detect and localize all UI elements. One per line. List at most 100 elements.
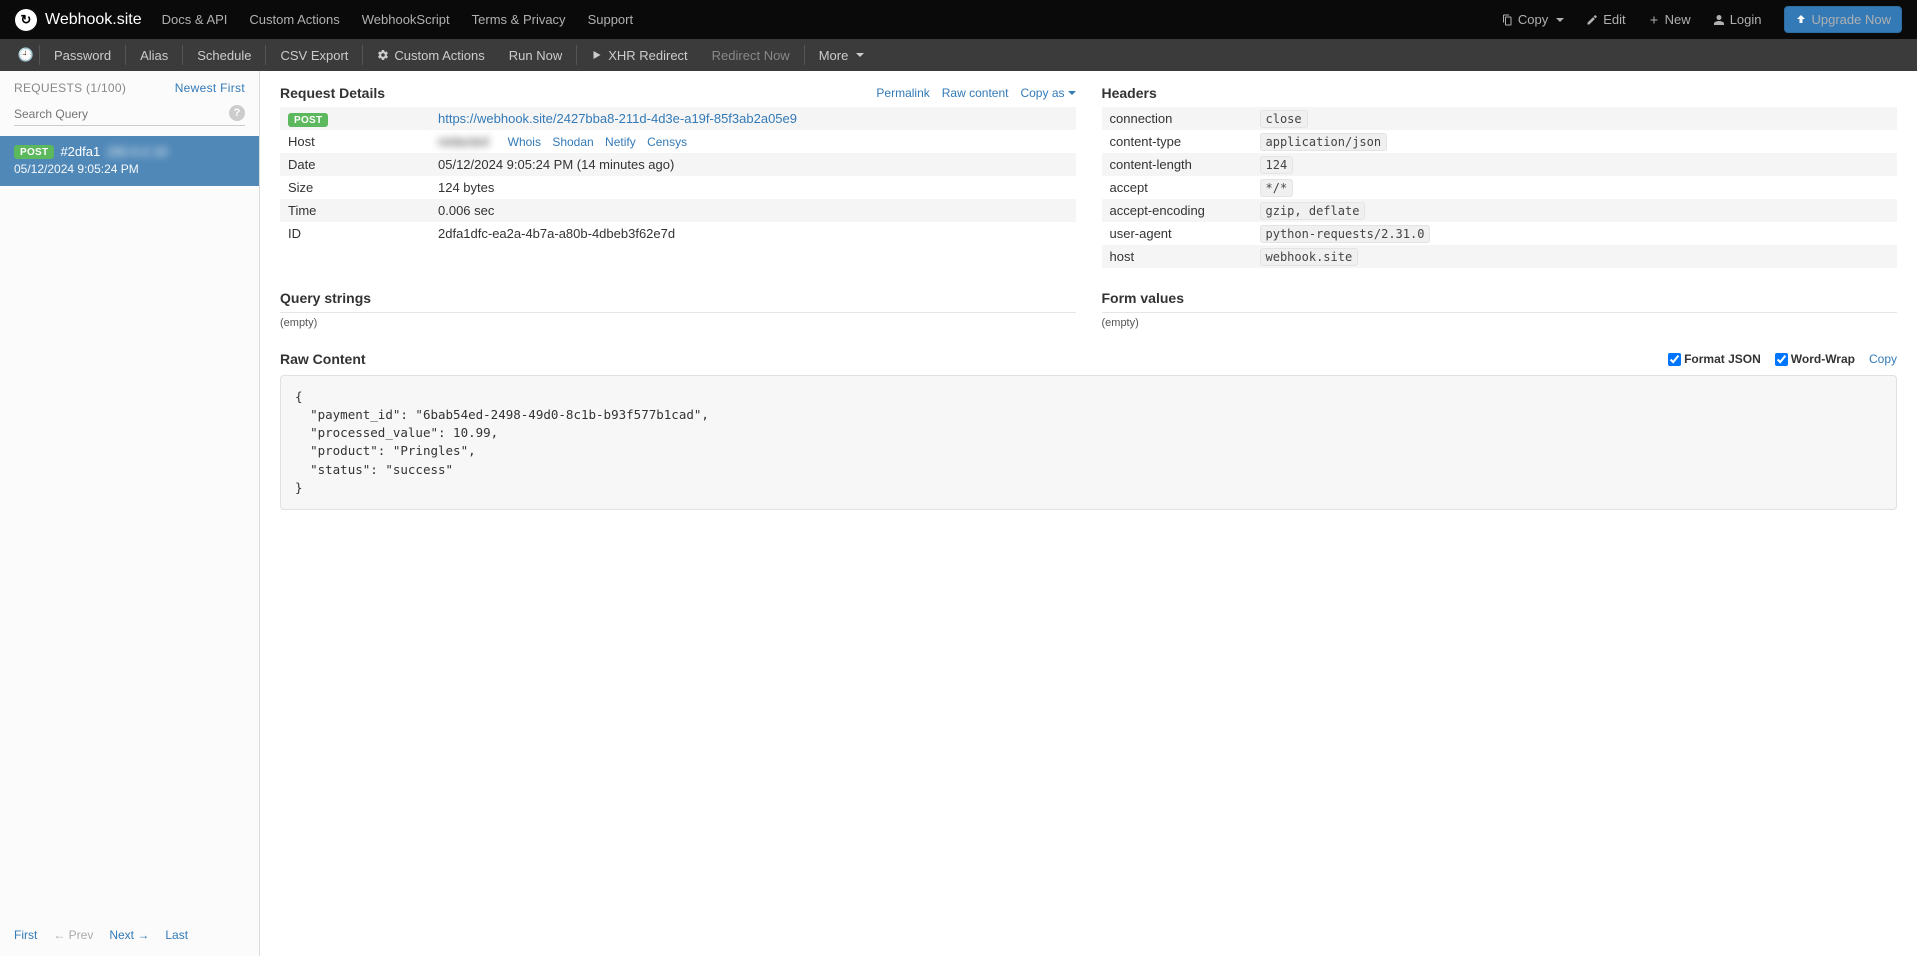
wordwrap-toggle[interactable]: Word-Wrap — [1775, 352, 1855, 366]
sub-custom-actions[interactable]: Custom Actions — [365, 48, 496, 63]
copy-menu[interactable]: Copy — [1501, 12, 1564, 27]
lbl-time: Time — [280, 199, 430, 222]
header-row: accept-encodinggzip, deflate — [1102, 199, 1898, 222]
header-row: accept */* — [1102, 176, 1898, 199]
sort-toggle[interactable]: Newest First — [175, 81, 245, 95]
sub-schedule[interactable]: Schedule — [185, 48, 263, 63]
page-prev: ← Prev — [53, 928, 93, 942]
search-help-icon[interactable]: ? — [229, 105, 245, 121]
brand-text: Webhook.site — [45, 11, 142, 29]
format-json-toggle[interactable]: Format JSON — [1668, 352, 1761, 366]
header-val: close — [1260, 110, 1308, 128]
format-json-checkbox[interactable] — [1668, 353, 1681, 366]
sub-run-now[interactable]: Run Now — [497, 48, 574, 63]
brand[interactable]: ↻ Webhook.site — [15, 9, 142, 31]
lbl-host: Host — [280, 130, 430, 153]
header-val: */* — [1260, 179, 1294, 197]
form-heading: Form values — [1102, 290, 1898, 306]
caret-icon — [856, 53, 864, 57]
gear-icon — [377, 49, 389, 61]
headers-table: connection close content-type application/j… — [1102, 107, 1898, 268]
raw-heading: Raw Content — [280, 351, 366, 367]
raw-copy[interactable]: Copy — [1869, 352, 1897, 366]
header-row: connection close — [1102, 107, 1898, 130]
query-heading: Query strings — [280, 290, 1076, 306]
val-time: 0.006 sec — [430, 199, 1076, 222]
request-details-table: POST https://webhook.site/2427bba8-211d-… — [280, 107, 1076, 245]
request-hash: #2dfa1 — [60, 144, 100, 159]
top-navbar: ↻ Webhook.site Docs & API Custom Actions… — [0, 0, 1917, 39]
sub-password[interactable]: Password — [42, 48, 123, 63]
header-val: application/json — [1260, 133, 1388, 151]
nav-terms[interactable]: Terms & Privacy — [472, 12, 566, 27]
header-key: connection — [1102, 107, 1252, 130]
request-details-heading: Request Details Permalink Raw content Co… — [280, 85, 1076, 101]
permalink-link[interactable]: Permalink — [876, 86, 929, 100]
rawcontent-link[interactable]: Raw content — [942, 86, 1009, 100]
sub-redirect-now[interactable]: Redirect Now — [700, 48, 802, 63]
request-list-item[interactable]: POST #2dfa1 192.0.2.10 05/12/2024 9:05:2… — [0, 136, 259, 186]
request-date: 05/12/2024 9:05:24 PM — [14, 162, 245, 176]
header-row: content-type application/json — [1102, 130, 1898, 153]
caret-icon — [1068, 91, 1076, 95]
main-content: Request Details Permalink Raw content Co… — [260, 71, 1917, 956]
page-last[interactable]: Last — [165, 928, 188, 942]
header-val: python-requests/2.31.0 — [1260, 225, 1431, 243]
detail-url[interactable]: https://webhook.site/2427bba8-211d-4d3e-… — [438, 111, 797, 126]
redirect-icon — [591, 49, 603, 61]
upgrade-button[interactable]: Upgrade Now — [1784, 6, 1903, 33]
sub-csv[interactable]: CSV Export — [268, 48, 360, 63]
clock-icon[interactable]: 🕘 — [15, 47, 37, 63]
host-value-blurred: redacted — [438, 134, 498, 149]
nav-links: Docs & API Custom Actions WebhookScript … — [162, 12, 633, 27]
query-empty: (empty) — [280, 313, 1076, 329]
pencil-icon — [1586, 14, 1598, 26]
sub-alias[interactable]: Alias — [128, 48, 180, 63]
header-val: 124 — [1260, 156, 1294, 174]
host-whois[interactable]: Whois — [508, 135, 541, 149]
header-row: hostwebhook.site — [1102, 245, 1898, 268]
brand-icon: ↻ — [15, 9, 37, 31]
nav-actions[interactable]: Custom Actions — [249, 12, 339, 27]
header-row: user-agent python-requests/2.31.0 — [1102, 222, 1898, 245]
header-key: host — [1102, 245, 1252, 268]
val-date: 05/12/2024 9:05:24 PM (14 minutes ago) — [430, 153, 1076, 176]
wordwrap-checkbox[interactable] — [1775, 353, 1788, 366]
detail-method-badge: POST — [288, 113, 328, 127]
sub-xhr[interactable]: XHR Redirect — [579, 48, 699, 63]
form-empty: (empty) — [1102, 313, 1898, 329]
requests-heading: REQUESTS (1/100) — [14, 81, 126, 95]
host-censys[interactable]: Censys — [647, 135, 687, 149]
clipboard-icon — [1501, 14, 1513, 26]
header-row: content-length 124 — [1102, 153, 1898, 176]
copyas-menu[interactable]: Copy as — [1020, 86, 1075, 100]
edit-button[interactable]: Edit — [1586, 12, 1625, 27]
val-id: 2dfa1dfc-ea2a-4b7a-a80b-4dbeb3f62e7d — [430, 222, 1076, 245]
search-input[interactable] — [14, 103, 245, 126]
header-key: content-type — [1102, 130, 1252, 153]
sub-navbar: 🕘 Password Alias Schedule CSV Export Cus… — [0, 39, 1917, 71]
header-key: user-agent — [1102, 222, 1252, 245]
lbl-size: Size — [280, 176, 430, 199]
sidebar-pagination: First ← Prev Next → Last — [0, 918, 259, 956]
raw-body[interactable]: { "payment_id": "6bab54ed-2498-49d0-8c1b… — [280, 375, 1897, 510]
nav-docs[interactable]: Docs & API — [162, 12, 228, 27]
lbl-date: Date — [280, 153, 430, 176]
sidebar: REQUESTS (1/100) Newest First ? POST #2d… — [0, 71, 260, 956]
header-key: accept — [1102, 176, 1252, 199]
method-badge: POST — [14, 145, 54, 159]
host-shodan[interactable]: Shodan — [552, 135, 593, 149]
header-key: content-length — [1102, 153, 1252, 176]
sub-more[interactable]: More — [807, 48, 877, 63]
host-netify[interactable]: Netify — [605, 135, 636, 149]
new-button[interactable]: New — [1648, 12, 1691, 27]
header-key: accept-encoding — [1102, 199, 1252, 222]
request-ip-blurred: 192.0.2.10 — [106, 144, 167, 159]
page-first[interactable]: First — [14, 928, 37, 942]
headers-heading: Headers — [1102, 85, 1898, 101]
login-button[interactable]: Login — [1713, 12, 1762, 27]
nav-script[interactable]: WebhookScript — [362, 12, 450, 27]
nav-support[interactable]: Support — [588, 12, 634, 27]
val-size: 124 bytes — [430, 176, 1076, 199]
page-next[interactable]: Next → — [109, 928, 149, 942]
